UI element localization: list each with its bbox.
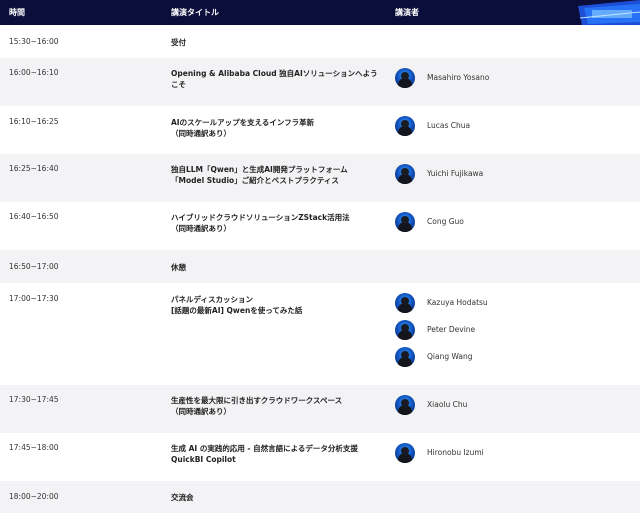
session-title: パネルディスカッション [話題の最新AI] Qwenを使ってみた話	[171, 294, 381, 316]
session-title-line: ハイブリッドクラウドソリューションZStack活用法	[171, 213, 350, 222]
speaker: Yuichi Fujikawa	[395, 164, 615, 184]
header-speaker: 講演者	[395, 8, 419, 17]
session-time: 16:40~16:50	[9, 212, 59, 221]
session-title-line: （同時通訳あり）	[171, 224, 231, 233]
session-title-line: [話題の最新AI] Qwenを使ってみた話	[171, 306, 303, 315]
table-row: 18:00~20:00 交流会	[0, 481, 640, 513]
table-row: 15:30~16:00 受付	[0, 25, 640, 58]
avatar	[395, 320, 415, 340]
speaker-name: Kazuya Hodatsu	[427, 298, 488, 307]
avatar	[395, 116, 415, 136]
session-title: 生産性を最大限に引き出すクラウドワークスペース （同時通訳あり）	[171, 395, 381, 417]
session-title-line: こそ	[171, 80, 186, 89]
table-row: 16:25~16:40 独自LLM「Qwen」と生成AI開発プラットフォーム 「Mo…	[0, 154, 640, 202]
speaker-name: Masahiro Yosano	[427, 73, 490, 82]
session-time: 17:00~17:30	[9, 294, 59, 303]
session-title: 交流会	[171, 492, 381, 503]
session-time: 15:30~16:00	[9, 37, 59, 46]
session-title: 受付	[171, 37, 381, 48]
table-row: 16:40~16:50 ハイブリッドクラウドソリューションZStack活用法 （同時…	[0, 202, 640, 250]
speaker: Peter Devine	[395, 320, 615, 340]
avatar	[395, 443, 415, 463]
session-time: 16:25~16:40	[9, 164, 59, 173]
speaker-name: Lucas Chua	[427, 121, 471, 130]
header-title: 講演タイトル	[171, 8, 219, 17]
session-title-line: 休憩	[171, 263, 186, 272]
avatar	[395, 395, 415, 415]
session-title-line: Opening & Alibaba Cloud 独自AIソリューションへよう	[171, 69, 378, 78]
avatar	[395, 347, 415, 367]
speaker-name: Hironobu Izumi	[427, 448, 484, 457]
header-decoration-icon	[578, 0, 640, 25]
speaker: Lucas Chua	[395, 116, 615, 136]
session-time: 17:45~18:00	[9, 443, 59, 452]
session-title: 独自LLM「Qwen」と生成AI開発プラットフォーム 「Model Studio」…	[171, 164, 381, 186]
speaker: Cong Guo	[395, 212, 615, 232]
session-title: 生成 AI の実践的応用 - 自然言語によるデータ分析支援 QuickBI Cop…	[171, 443, 381, 465]
speaker-name: Xiaolu Chu	[427, 400, 468, 409]
speaker-name: Qiang Wang	[427, 352, 473, 361]
speaker-name: Yuichi Fujikawa	[427, 169, 484, 178]
session-title-line: （同時通訳あり）	[171, 129, 231, 138]
table-row: 16:10~16:25 AIのスケールアップを支えるインフラ革新 （同時通訳あり） L…	[0, 106, 640, 154]
schedule-header: 時間 講演タイトル 講演者	[0, 0, 640, 25]
table-row: 17:45~18:00 生成 AI の実践的応用 - 自然言語によるデータ分析支援…	[0, 433, 640, 481]
session-title: Opening & Alibaba Cloud 独自AIソリューションへよう こそ	[171, 68, 381, 90]
speaker-name: Cong Guo	[427, 217, 464, 226]
session-time: 16:00~16:10	[9, 68, 59, 77]
session-title-line: 受付	[171, 38, 186, 47]
session-time: 17:30~17:45	[9, 395, 59, 404]
table-row: 16:50~17:00 休憩	[0, 250, 640, 283]
avatar	[395, 293, 415, 313]
speaker-name: Peter Devine	[427, 325, 476, 334]
session-title: ハイブリッドクラウドソリューションZStack活用法 （同時通訳あり）	[171, 212, 381, 234]
session-title-line: 生成 AI の実践的応用 - 自然言語によるデータ分析支援	[171, 444, 358, 453]
session-time: 16:50~17:00	[9, 262, 59, 271]
header-time: 時間	[9, 8, 25, 17]
session-title-line: 生産性を最大限に引き出すクラウドワークスペース	[171, 396, 343, 405]
session-title-line: 交流会	[171, 493, 194, 502]
table-row: 17:00~17:30 パネルディスカッション [話題の最新AI] Qwenを使って…	[0, 283, 640, 385]
speaker: Hironobu Izumi	[395, 443, 615, 463]
session-time: 16:10~16:25	[9, 117, 59, 126]
session-title: AIのスケールアップを支えるインフラ革新 （同時通訳あり）	[171, 117, 381, 139]
speaker: Kazuya Hodatsu	[395, 293, 615, 313]
speaker: Masahiro Yosano	[395, 68, 615, 88]
avatar	[395, 68, 415, 88]
table-row: 17:30~17:45 生産性を最大限に引き出すクラウドワークスペース （同時通訳あ…	[0, 385, 640, 433]
session-title: 休憩	[171, 262, 381, 273]
speaker: Qiang Wang	[395, 347, 615, 367]
session-time: 18:00~20:00	[9, 492, 59, 501]
table-row: 16:00~16:10 Opening & Alibaba Cloud 独自AIソ…	[0, 58, 640, 106]
session-title-line: 独自LLM「Qwen」と生成AI開発プラットフォーム	[171, 165, 348, 174]
session-title-line: AIのスケールアップを支えるインフラ革新	[171, 118, 315, 127]
avatar	[395, 212, 415, 232]
session-title-line: パネルディスカッション	[171, 295, 253, 304]
avatar	[395, 164, 415, 184]
session-title-line: （同時通訳あり）	[171, 407, 231, 416]
session-title-line: 「Model Studio」ご紹介とベストプラクティス	[171, 176, 339, 185]
session-title-line: QuickBI Copilot	[171, 455, 236, 464]
speaker: Xiaolu Chu	[395, 395, 615, 415]
